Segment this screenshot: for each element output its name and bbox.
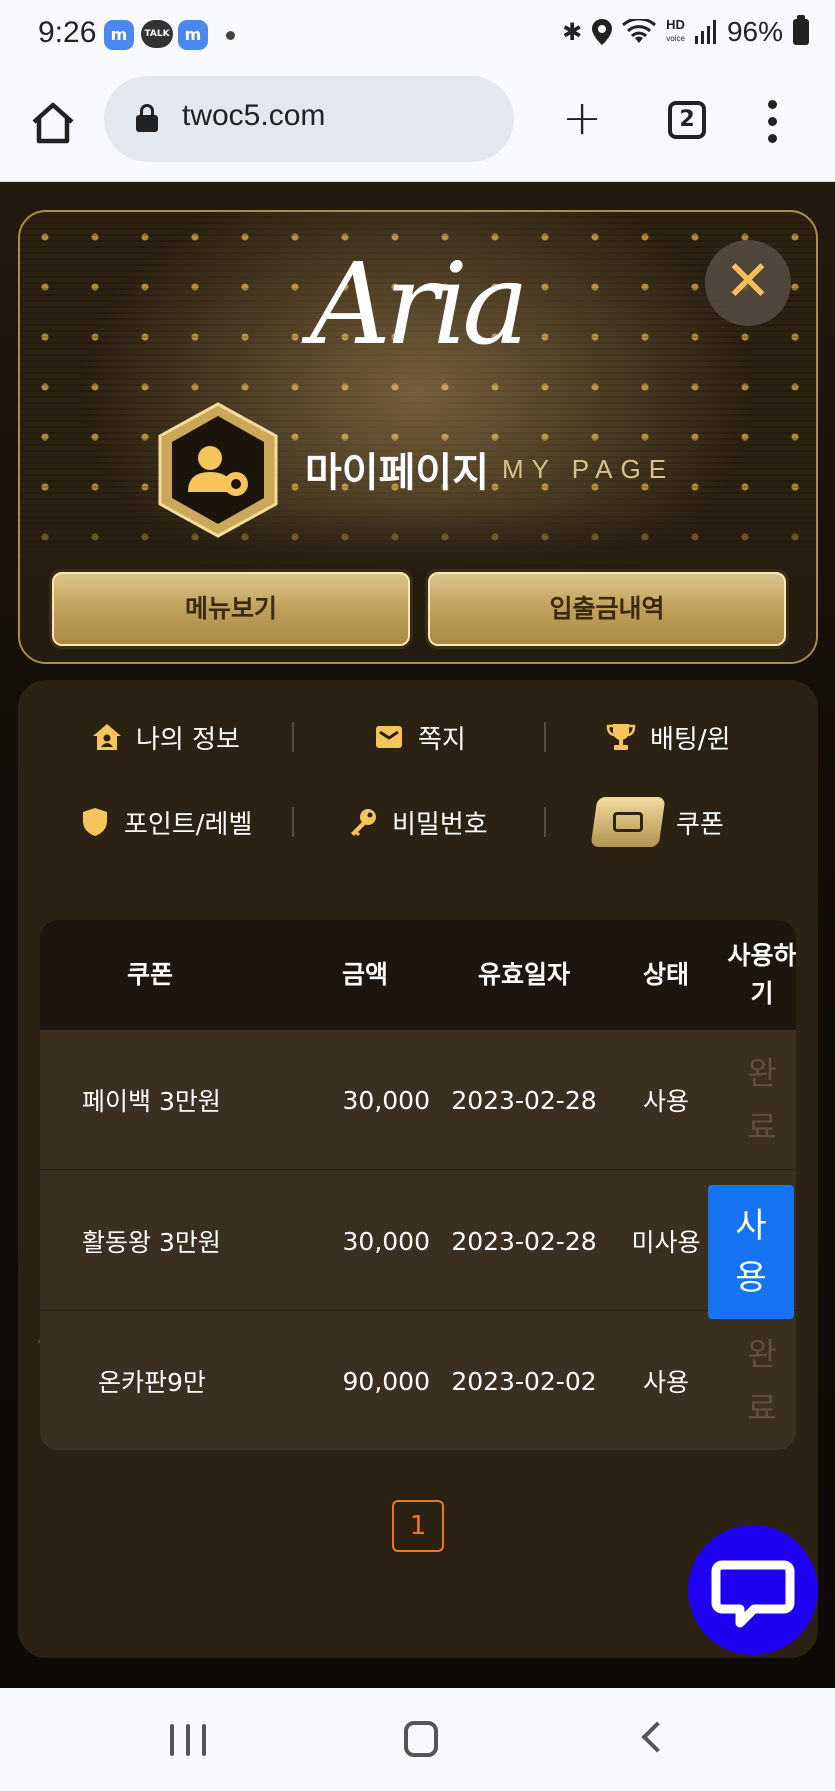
modal-body: 나의 정보 쪽지 배팅/윈 포인트/레벨 비밀번호 쿠폰 쿠폰 금액 유효일자 … [18, 680, 818, 1658]
coupon-date: 2023-02-28 [451, 1226, 597, 1256]
coupon-date: 2023-02-02 [451, 1366, 597, 1396]
recent-apps-icon[interactable] [170, 1724, 206, 1756]
tab-label: 비밀번호 [392, 809, 488, 840]
home-nav-icon[interactable] [404, 1721, 438, 1757]
use-coupon-button[interactable]: 사 용 [708, 1185, 794, 1319]
coupon-date: 2023-02-28 [451, 1085, 597, 1115]
talk-icon: TALK [141, 20, 173, 48]
tab-label: 쪽지 [418, 724, 466, 755]
menu-button[interactable]: 메뉴보기 [52, 572, 410, 646]
coupon-table: 쿠폰 금액 유효일자 상태 사용하 기 페이백 3만원 30,000 2023-… [40, 920, 796, 1450]
coupon-amount: 90,000 [342, 1366, 430, 1396]
bluetooth-icon: ✱ [562, 18, 583, 46]
modal-header: Aria ✕ 마이페이지 MY PAGE 메뉴보기 입출금내역 [18, 210, 818, 664]
coupon-name: 페이백 3만원 [82, 1087, 221, 1116]
tab-points-level[interactable]: 포인트/레벨 [80, 797, 252, 847]
battery-percent: 96% [726, 16, 783, 47]
status-time: 9:26 [38, 16, 97, 49]
home-icon[interactable] [28, 98, 78, 148]
table-row: 페이백 3만원 30,000 2023-02-28 사용 완 료 [40, 1030, 796, 1170]
tab-label: 포인트/레벨 [124, 809, 253, 840]
tab-password[interactable]: 비밀번호 [348, 797, 488, 847]
notification-dot [226, 31, 235, 40]
new-tab-button[interactable]: + [562, 94, 602, 142]
page-title: 마이페이지 [305, 450, 489, 496]
table-row: 활동왕 3만원 30,000 2023-02-28 미사용 [40, 1171, 796, 1311]
signal-icon [694, 20, 716, 44]
user-gear-icon [158, 402, 278, 538]
tab-coupon[interactable]: 쿠폰 [590, 797, 724, 847]
trophy-icon [606, 722, 636, 752]
column-header-coupon: 쿠폰 [126, 960, 173, 989]
lock-icon [136, 104, 158, 132]
back-icon[interactable] [641, 1721, 673, 1753]
deposit-withdraw-history-button[interactable]: 입출금내역 [428, 572, 786, 646]
tab-label: 쿠폰 [676, 809, 724, 840]
coupon-amount: 30,000 [342, 1226, 430, 1256]
tab-label: 배팅/윈 [650, 724, 731, 755]
coupon-status: 사용 [642, 1087, 689, 1116]
column-header-use: 사용하 기 [727, 941, 796, 1008]
mypage-modal: Aria ✕ 마이페이지 MY PAGE 메뉴보기 입출금내역 나의 정보 쪽지… [18, 210, 818, 1658]
tab-betting-win[interactable]: 배팅/윈 [606, 712, 731, 762]
user-settings-badge [152, 400, 284, 540]
status-bar: 9:26 m TALK m ✱ HD voice 96% [0, 0, 835, 70]
live-chat-button[interactable] [688, 1525, 818, 1655]
chat-bubble-icon [711, 1560, 795, 1628]
browser-toolbar: twoc5.com + 2 [0, 70, 835, 182]
page-subtitle: MY PAGE [502, 454, 675, 484]
close-button[interactable]: ✕ [705, 240, 791, 326]
coupon-amount: 30,000 [342, 1085, 430, 1115]
tab-label: 나의 정보 [136, 724, 240, 755]
pagination-page[interactable]: 1 [392, 1500, 444, 1552]
close-icon: ✕ [724, 249, 772, 314]
brand-logo: Aria [310, 240, 529, 370]
tab-switcher-button[interactable]: 2 [668, 101, 706, 139]
wifi-icon [622, 19, 657, 43]
messenger-icon: m [178, 20, 208, 50]
column-header-valid-date: 유효일자 [477, 960, 570, 989]
ticket-icon [590, 797, 666, 847]
tab-my-info[interactable]: 나의 정보 [92, 712, 240, 762]
house-icon [92, 722, 122, 752]
coupon-status: 사용 [642, 1368, 689, 1397]
column-header-status: 상태 [642, 960, 689, 989]
battery-icon [793, 15, 809, 45]
column-header-amount: 금액 [341, 960, 388, 989]
completed-label: 완 료 [747, 1054, 777, 1146]
location-icon [592, 19, 613, 45]
tab-messages[interactable]: 쪽지 [374, 712, 466, 762]
key-icon [348, 807, 378, 837]
system-nav-bar [0, 1688, 835, 1791]
envelope-icon [374, 722, 404, 752]
shield-icon [80, 807, 110, 837]
url-text: twoc5.com [182, 99, 326, 132]
hd-voice-icon: HD voice [666, 17, 685, 43]
table-row: 온카판9만 90,000 2023-02-02 사용 완 료 [40, 1311, 796, 1450]
messenger-icon: m [104, 20, 134, 50]
coupon-name: 온카판9만 [98, 1368, 206, 1397]
coupon-name: 활동왕 3만원 [82, 1228, 221, 1257]
table-header: 쿠폰 금액 유효일자 상태 사용하 기 [40, 920, 796, 1030]
address-bar[interactable]: twoc5.com [104, 76, 514, 162]
completed-label: 완 료 [747, 1335, 777, 1427]
more-menu-icon[interactable] [768, 100, 778, 144]
